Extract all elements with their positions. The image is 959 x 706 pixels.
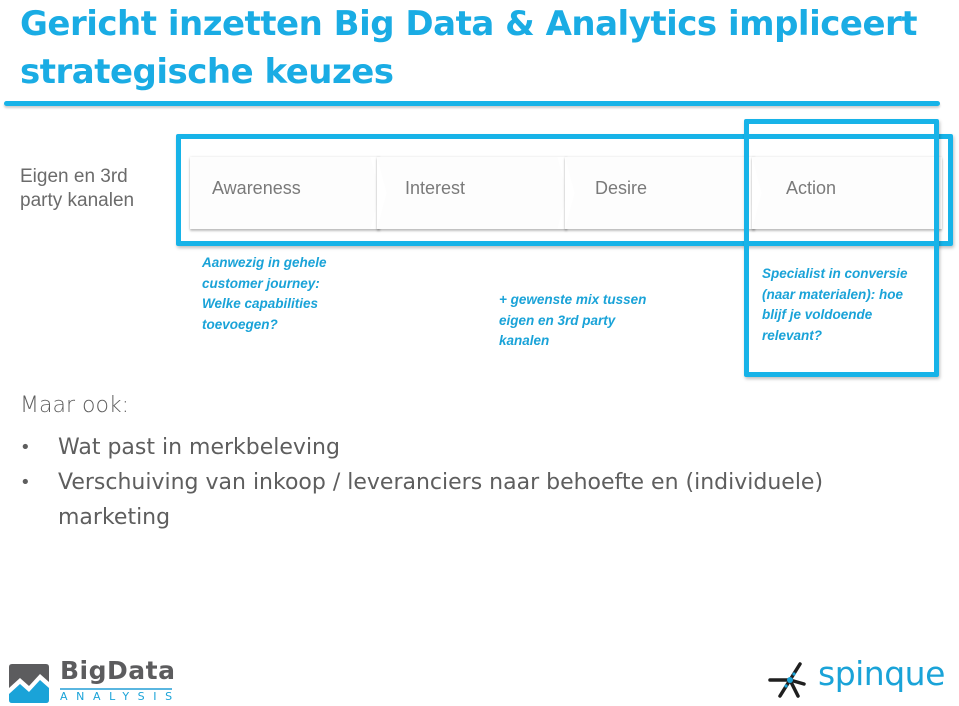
- bullet-item: • Verschuiving van inkoop / leveranciers…: [20, 465, 940, 535]
- bullet-icon: •: [20, 437, 31, 458]
- chart-mountain-icon: [9, 664, 49, 703]
- logo-subtitle: ANALYSIS: [60, 690, 181, 703]
- awareness-note: Aanwezig in gehele customer journey: Wel…: [202, 255, 327, 332]
- title-divider: [4, 101, 940, 106]
- logo-word: spinque: [818, 654, 945, 693]
- interest-desire-note: + gewenste mix tussen eigen en 3rd party…: [499, 292, 647, 348]
- bullet-icon: •: [20, 472, 31, 493]
- spinque-logo: spinque: [768, 654, 948, 700]
- bullet-text: Verschuiving van inkoop / leveranciers n…: [58, 470, 824, 530]
- action-note: Specialist in conversie (naar materialen…: [762, 266, 908, 343]
- bigdata-analysis-logo: BigData ANALYSIS: [8, 656, 181, 704]
- body-bullets: • Wat past in merkbeleving • Verschuivin…: [20, 430, 940, 535]
- body-intro: Maar ook:: [20, 393, 130, 418]
- bullet-item: • Wat past in merkbeleving: [20, 430, 940, 465]
- logo-word: BigData: [60, 656, 176, 685]
- channels-label: Eigen en 3rd party kanalen: [20, 166, 135, 211]
- slide-title: Gericht inzetten Big Data & Analytics im…: [20, 4, 918, 92]
- star-network-icon: [768, 662, 806, 698]
- bullet-text: Wat past in merkbeleving: [58, 435, 340, 460]
